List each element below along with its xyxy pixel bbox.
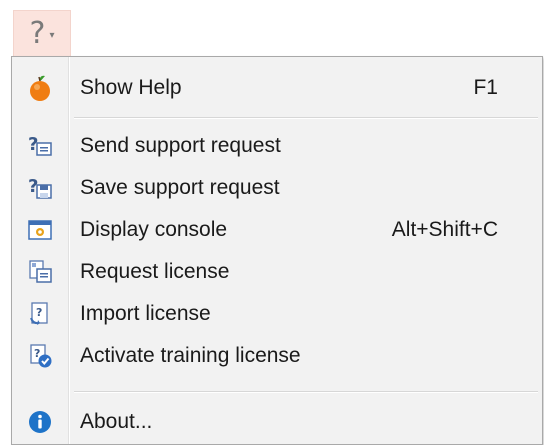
menu-item-label: Import license [80, 302, 211, 325]
menu-item-label: About... [80, 410, 153, 433]
info-icon [14, 409, 66, 435]
svg-text:?: ? [36, 306, 42, 319]
console-icon [14, 218, 66, 242]
chevron-down-icon: ▾ [49, 30, 55, 41]
menu-separator [74, 117, 538, 119]
menu-item-label: Display console [80, 218, 228, 241]
menu-item-save-support-request[interactable]: ? Save support request [14, 167, 540, 209]
activate-license-icon: ? [14, 343, 66, 369]
menu-item-shortcut: Alt+Shift+C [391, 218, 498, 241]
help-menu-button[interactable]: ? ▾ [13, 10, 71, 56]
menu-item-label: Activate training license [80, 344, 301, 367]
request-license-icon [14, 259, 66, 285]
menu-item-label: Request license [80, 260, 230, 283]
menu-item-label: Show Help [80, 76, 182, 99]
help-question-icon: ? [29, 15, 46, 51]
menu-item-about[interactable]: About... [14, 401, 540, 443]
menu-item-show-help[interactable]: Show Help F1 [14, 67, 540, 109]
menu-item-send-support-request[interactable]: ? Send support request [14, 125, 540, 167]
menu-item-import-license[interactable]: ? Import license [14, 293, 540, 335]
menu-item-display-console[interactable]: Display console Alt+Shift+C [14, 209, 540, 251]
menu-item-label: Send support request [80, 134, 281, 157]
menu-separator [74, 391, 538, 393]
orange-help-icon [14, 74, 66, 102]
menu-item-label: Save support request [80, 176, 280, 199]
send-support-request-icon: ? [14, 133, 66, 159]
import-license-icon: ? [14, 301, 66, 327]
menu-item-shortcut: F1 [473, 76, 498, 99]
help-dropdown-menu: Show Help F1 ? Send support request ? Sa… [11, 56, 543, 445]
menu-item-activate-training-license[interactable]: ? Activate training license [14, 335, 540, 377]
menu-item-request-license[interactable]: Request license [14, 251, 540, 293]
save-support-request-icon: ? [14, 175, 66, 201]
